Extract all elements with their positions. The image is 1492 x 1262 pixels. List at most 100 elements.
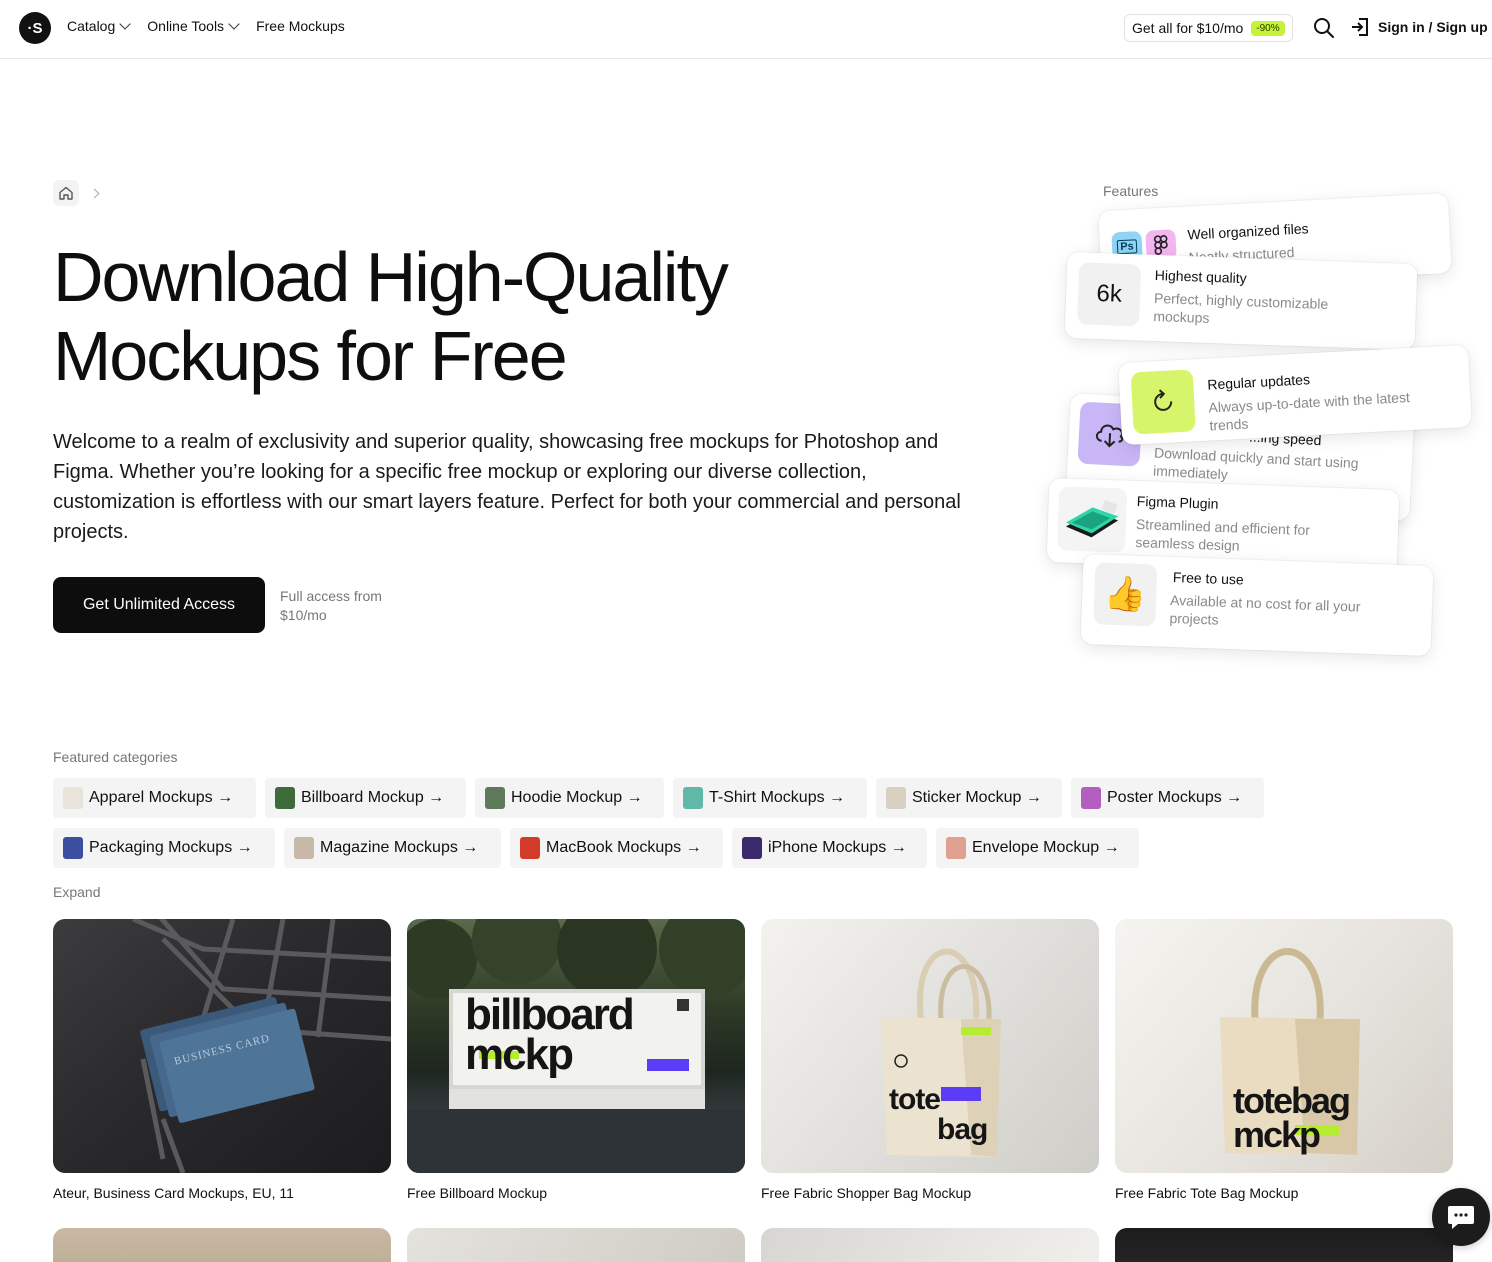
mockup-title[interactable]: Free Billboard Mockup: [407, 1185, 745, 1201]
card-image-text: mckp: [465, 1030, 574, 1079]
feature-card-free-to-use: 👍 Free to use Available at no cost for a…: [1080, 553, 1434, 657]
category-thumbnail: [683, 787, 703, 809]
pricing-promo-button[interactable]: Get all for $10/mo -90%: [1124, 14, 1293, 42]
category-chip[interactable]: iPhone Mockups →: [732, 828, 927, 868]
category-chip[interactable]: T-Shirt Mockups →: [673, 778, 867, 818]
category-chip[interactable]: Magazine Mockups →: [284, 828, 501, 868]
expand-link[interactable]: Expand: [53, 884, 100, 900]
mockup-thumbnail[interactable]: BUSINESS CARD: [53, 919, 391, 1173]
category-label: Magazine Mockups →: [320, 839, 479, 856]
featured-categories-label: Featured categories: [53, 749, 178, 765]
login-icon: [1352, 18, 1368, 36]
chevron-down-icon: [119, 18, 131, 30]
feature-title: Free to use: [1172, 569, 1244, 588]
category-chip[interactable]: Envelope Mockup →: [936, 828, 1139, 868]
figma-plugin-icon: [1057, 486, 1128, 553]
category-chip[interactable]: Sticker Mockup →: [876, 778, 1062, 818]
nav-catalog[interactable]: Catalog: [67, 18, 131, 34]
signin-link[interactable]: Sign in / Sign up: [1350, 17, 1488, 37]
main-nav: Catalog Online Tools Free Mockups: [67, 18, 345, 34]
feature-subtitle: Streamlined and efficient for seamless d…: [1135, 515, 1311, 554]
signin-label: Sign in / Sign up: [1378, 19, 1488, 35]
mockup-card[interactable]: BUSINESS CARD Ateur, Business Card Mocku…: [53, 919, 391, 1201]
feature-title: Regular updates: [1206, 371, 1311, 393]
category-chip[interactable]: Poster Mockups →: [1071, 778, 1264, 818]
category-chip[interactable]: Billboard Mockup →: [265, 778, 466, 818]
category-thumbnail: [1081, 787, 1101, 809]
mockup-thumbnail[interactable]: tote bag: [761, 919, 1099, 1173]
card-image-text: bag: [937, 1113, 988, 1146]
category-thumbnail: [294, 837, 314, 859]
mockup-thumbnail[interactable]: [1115, 1228, 1453, 1262]
chevron-right-icon: [89, 188, 100, 198]
category-thumbnail: [742, 837, 762, 859]
mockup-thumbnail[interactable]: [761, 1228, 1099, 1262]
six-k-badge: 6k: [1077, 262, 1142, 327]
category-thumbnail: [520, 837, 540, 859]
thumbs-up-icon: 👍: [1093, 562, 1158, 627]
promo-label: Get all for $10/mo: [1132, 20, 1244, 36]
mockup-card[interactable]: billboard mckp Free Billboard Mockup: [407, 919, 745, 1201]
category-thumbnail: [485, 787, 505, 809]
chat-icon[interactable]: [1432, 1188, 1490, 1246]
category-label: Sticker Mockup →: [912, 789, 1042, 806]
category-chip[interactable]: Packaging Mockups →: [53, 828, 275, 868]
cta-note: Full access from $10/mo: [280, 588, 382, 623]
mockup-thumbnail[interactable]: totebag mckp: [1115, 919, 1453, 1173]
feature-card-highest-quality: 6k Highest quality Perfect, highly custo…: [1064, 251, 1418, 351]
category-label: Envelope Mockup →: [972, 839, 1120, 856]
home-icon[interactable]: [53, 180, 79, 206]
nav-catalog-label: Catalog: [67, 18, 116, 34]
category-label: Poster Mockups →: [1107, 789, 1243, 806]
feature-subtitle: Available at no cost for all your projec…: [1169, 591, 1361, 628]
card-image-text: mckp: [1233, 1114, 1321, 1155]
category-thumbnail: [63, 837, 83, 859]
six-k-label: 6k: [1096, 279, 1123, 308]
mockup-thumbnail[interactable]: [407, 1228, 745, 1262]
category-label: Billboard Mockup →: [301, 789, 445, 806]
category-label: MacBook Mockups →: [546, 839, 702, 856]
category-chip[interactable]: Apparel Mockups →: [53, 778, 256, 818]
category-thumbnail: [275, 787, 295, 809]
nav-online-tools-label: Online Tools: [147, 18, 225, 34]
mockup-thumbnail[interactable]: billboard mckp: [407, 919, 745, 1173]
category-thumbnail: [63, 787, 83, 809]
site-logo[interactable]: ·S: [19, 12, 51, 44]
feature-title: Well organized files: [1187, 220, 1309, 243]
mockup-card[interactable]: tote bag Free Fabric Shopper Bag Mockup: [761, 919, 1099, 1201]
title-line-2: Mockups for Free: [53, 317, 568, 395]
hero-description: Welcome to a realm of exclusivity and su…: [53, 431, 961, 543]
breadcrumb: [53, 180, 100, 206]
chevron-down-icon: [228, 18, 240, 30]
category-label: T-Shirt Mockups →: [709, 789, 846, 806]
feature-title: Highest quality: [1154, 266, 1247, 287]
category-chip[interactable]: Hoodie Mockup →: [475, 778, 664, 818]
category-chip[interactable]: MacBook Mockups →: [510, 828, 723, 868]
mockup-title[interactable]: Free Fabric Shopper Bag Mockup: [761, 1185, 1099, 1201]
mockup-title[interactable]: Ateur, Business Card Mockups, EU, 11: [53, 1185, 391, 1201]
feature-title: Figma Plugin: [1136, 492, 1219, 512]
mockup-title[interactable]: Free Fabric Tote Bag Mockup: [1115, 1185, 1453, 1201]
feature-card-regular-updates: Regular updates Always up-to-date with t…: [1118, 344, 1472, 446]
title-line-1: Download High-Quality: [53, 238, 729, 316]
feature-subtitle: Always up-to-date with the latest trends: [1208, 389, 1411, 434]
category-label: Packaging Mockups →: [89, 839, 253, 856]
category-label: Apparel Mockups →: [89, 789, 234, 806]
category-chips: Apparel Mockups → Billboard Mockup → Hoo…: [53, 778, 1293, 868]
category-label: Hoodie Mockup →: [511, 789, 643, 806]
features-label: Features: [1103, 183, 1159, 199]
nav-online-tools[interactable]: Online Tools: [147, 18, 240, 34]
get-unlimited-access-button[interactable]: Get Unlimited Access: [53, 577, 265, 633]
category-label: iPhone Mockups →: [768, 839, 907, 856]
refresh-icon: [1130, 369, 1196, 435]
nav-free-mockups[interactable]: Free Mockups: [256, 18, 345, 34]
mockup-thumbnail[interactable]: [53, 1228, 391, 1262]
page-title: Download High-Quality Mockups for Free: [53, 238, 953, 396]
search-icon[interactable]: [1312, 16, 1336, 40]
card-image-text: tote: [889, 1083, 941, 1116]
nav-free-mockups-label: Free Mockups: [256, 18, 345, 34]
feature-subtitle: Perfect, highly customizable mockups: [1153, 289, 1329, 326]
category-thumbnail: [946, 837, 966, 859]
mockup-card[interactable]: totebag mckp Free Fabric Tote Bag Mockup: [1115, 919, 1453, 1201]
category-thumbnail: [886, 787, 906, 809]
